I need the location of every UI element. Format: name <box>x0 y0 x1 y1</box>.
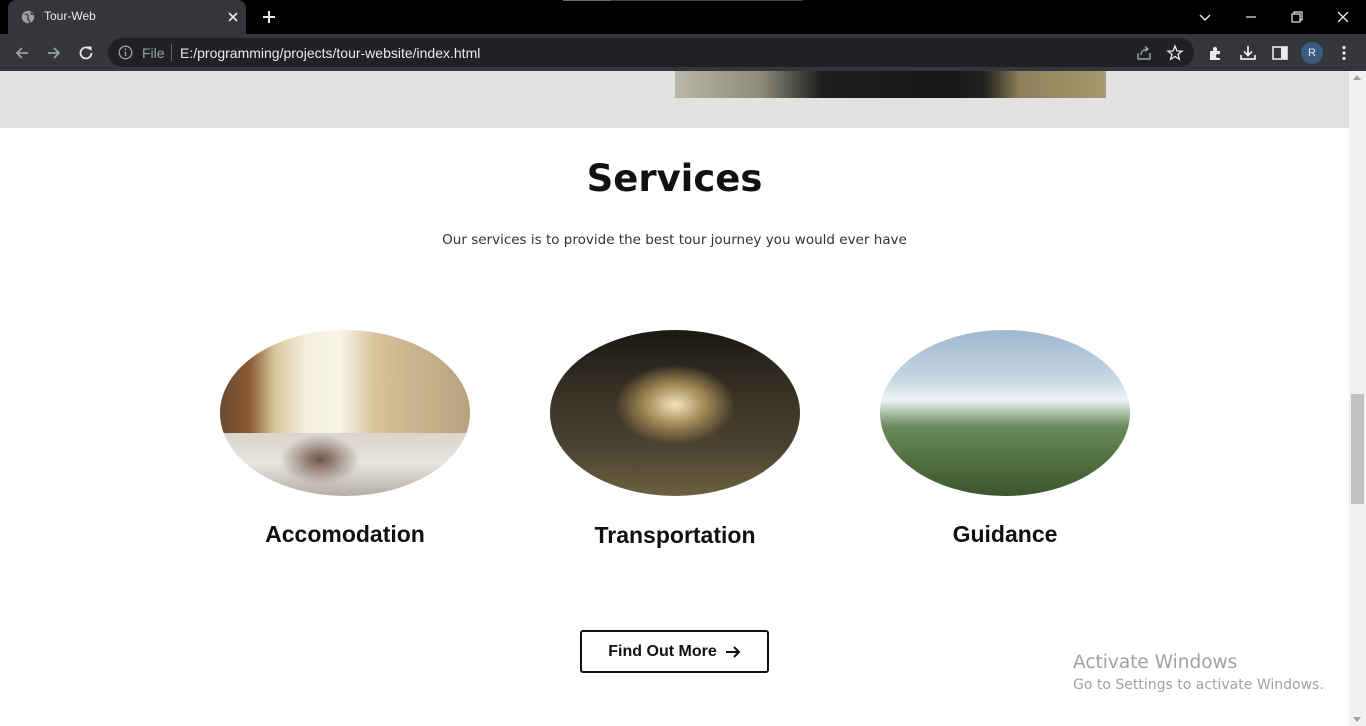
profile-avatar[interactable]: R <box>1301 42 1323 64</box>
download-icon[interactable] <box>1238 43 1258 63</box>
url-text[interactable]: E:/programming/projects/tour-website/ind… <box>180 45 480 61</box>
service-card-label: Transportation <box>594 522 756 548</box>
reload-icon[interactable] <box>76 43 96 63</box>
browser-toolbar: File E:/programming/projects/tour-websit… <box>0 34 1366 71</box>
service-card-label: Guidance <box>952 521 1058 547</box>
minimize-icon[interactable] <box>1242 8 1260 26</box>
activate-windows-title: Activate Windows <box>1073 652 1238 673</box>
arrow-right-icon <box>725 645 741 658</box>
forward-icon[interactable] <box>44 43 64 63</box>
tab-search-chevron-icon[interactable] <box>1196 8 1214 26</box>
hikers-map-image <box>880 330 1130 496</box>
scroll-up-arrow-icon[interactable] <box>1353 75 1361 80</box>
hotel-room-image <box>220 330 470 496</box>
restore-icon[interactable] <box>1288 8 1306 26</box>
globe-icon <box>21 10 35 24</box>
browser-tab[interactable]: Tour-Web <box>8 0 246 34</box>
scrollbar-thumb[interactable] <box>1351 394 1364 504</box>
page-viewport: Services Our services is to provide the … <box>0 71 1349 726</box>
scroll-down-arrow-icon[interactable] <box>1353 717 1361 722</box>
scheme-label: File <box>142 45 165 61</box>
address-bar[interactable]: File E:/programming/projects/tour-websit… <box>108 38 1194 67</box>
previous-section-photo <box>675 71 1106 98</box>
service-card-accomodation[interactable]: Accomodation <box>220 330 470 547</box>
services-heading: Services <box>586 157 763 200</box>
service-card-transportation[interactable]: Transportation <box>550 330 800 548</box>
bus-interior-image <box>550 330 800 496</box>
omnibox-divider <box>171 44 172 61</box>
tab-title: Tour-Web <box>44 9 96 23</box>
previous-section <box>0 71 1349 128</box>
tab-strip: Tour-Web <box>0 0 1366 34</box>
close-window-icon[interactable] <box>1334 8 1352 26</box>
close-tab-icon[interactable] <box>225 9 241 25</box>
back-icon[interactable] <box>12 43 32 63</box>
vertical-scrollbar[interactable] <box>1349 71 1366 726</box>
new-tab-icon[interactable] <box>260 8 278 26</box>
find-out-more-label: Find Out More <box>608 642 717 660</box>
extensions-icon[interactable] <box>1206 43 1226 63</box>
site-info-icon[interactable] <box>118 45 133 60</box>
tab-search-indicator <box>563 0 803 1</box>
side-panel-icon[interactable] <box>1270 43 1290 63</box>
find-out-more-button[interactable]: Find Out More <box>580 630 769 673</box>
activate-windows-subtitle: Go to Settings to activate Windows. <box>1073 677 1324 693</box>
menu-kebab-icon[interactable] <box>1334 43 1354 63</box>
service-card-label: Accomodation <box>265 521 425 547</box>
bookmark-star-icon[interactable] <box>1166 44 1184 62</box>
share-icon[interactable] <box>1135 44 1153 62</box>
service-card-guidance[interactable]: Guidance <box>880 330 1130 547</box>
services-subtitle: Our services is to provide the best tour… <box>442 232 907 248</box>
